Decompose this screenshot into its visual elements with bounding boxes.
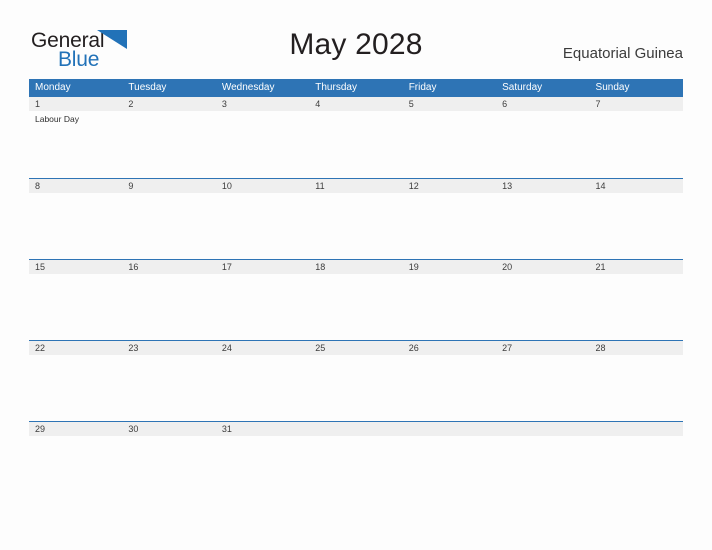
- day-number[interactable]: 28: [590, 341, 683, 355]
- date-number-strip: 22 23 24 25 26 27 28: [29, 341, 683, 355]
- day-cell[interactable]: [122, 111, 215, 177]
- day-number[interactable]: 6: [496, 97, 589, 111]
- day-cell[interactable]: [29, 193, 122, 259]
- day-number[interactable]: 13: [496, 179, 589, 193]
- day-number[interactable]: 30: [122, 422, 215, 436]
- day-number[interactable]: 3: [216, 97, 309, 111]
- day-cell[interactable]: [496, 193, 589, 259]
- day-number[interactable]: 20: [496, 260, 589, 274]
- day-number[interactable]: 19: [403, 260, 496, 274]
- empty-day-cell: [403, 436, 496, 502]
- day-cell[interactable]: [403, 193, 496, 259]
- day-cell[interactable]: [309, 355, 402, 421]
- day-number[interactable]: 2: [122, 97, 215, 111]
- day-cell[interactable]: [309, 274, 402, 340]
- day-number[interactable]: 5: [403, 97, 496, 111]
- empty-day-number: [496, 422, 589, 436]
- day-number[interactable]: 18: [309, 260, 402, 274]
- day-cell[interactable]: [403, 355, 496, 421]
- day-number[interactable]: 8: [29, 179, 122, 193]
- day-number[interactable]: 9: [122, 179, 215, 193]
- date-number-strip: 15 16 17 18 19 20 21: [29, 260, 683, 274]
- empty-day-number: [309, 422, 402, 436]
- day-number[interactable]: 7: [590, 97, 683, 111]
- day-cell[interactable]: [216, 111, 309, 177]
- event-strip: [29, 274, 683, 340]
- calendar-week-row: 15 16 17 18 19 20 21: [29, 259, 683, 340]
- weekday-header-sunday: Sunday: [595, 82, 630, 93]
- weekday-header-tuesday: Tuesday: [128, 82, 167, 93]
- day-cell[interactable]: [309, 193, 402, 259]
- day-number[interactable]: 1: [29, 97, 122, 111]
- day-number[interactable]: 15: [29, 260, 122, 274]
- weekday-header-wednesday: Wednesday: [221, 82, 275, 93]
- day-number[interactable]: 23: [122, 341, 215, 355]
- day-cell[interactable]: [216, 193, 309, 259]
- day-cell[interactable]: [403, 274, 496, 340]
- date-number-strip: 29 30 31: [29, 422, 683, 436]
- weekday-header-thursday: Thursday: [315, 82, 357, 93]
- calendar-weeks: 1 2 3 4 5 6 7 Labour Day 8 9 10 11 12 13 14 15 16 17 18 19 2…: [29, 97, 683, 502]
- day-cell[interactable]: [216, 436, 309, 502]
- day-number[interactable]: 17: [216, 260, 309, 274]
- holiday-event-label: Labour Day: [35, 114, 79, 124]
- empty-day-cell: [590, 436, 683, 502]
- weekday-header-monday: Monday: [35, 82, 71, 93]
- day-number[interactable]: 14: [590, 179, 683, 193]
- day-cell[interactable]: [122, 274, 215, 340]
- empty-day-cell: [496, 436, 589, 502]
- day-number[interactable]: 22: [29, 341, 122, 355]
- day-number[interactable]: 27: [496, 341, 589, 355]
- date-number-strip: 8 9 10 11 12 13 14: [29, 179, 683, 193]
- weekday-header-row: Monday Tuesday Wednesday Thursday Friday…: [29, 79, 683, 97]
- day-number[interactable]: 24: [216, 341, 309, 355]
- calendar-week-row: 1 2 3 4 5 6 7 Labour Day: [29, 97, 683, 178]
- event-strip: Labour Day: [29, 111, 683, 177]
- day-cell[interactable]: [590, 111, 683, 177]
- day-number[interactable]: 29: [29, 422, 122, 436]
- day-cell[interactable]: [122, 193, 215, 259]
- country-label: Equatorial Guinea: [562, 45, 683, 62]
- event-strip: [29, 436, 683, 502]
- calendar-grid: Monday Tuesday Wednesday Thursday Friday…: [29, 79, 683, 502]
- day-number[interactable]: 26: [403, 341, 496, 355]
- day-cell[interactable]: [216, 274, 309, 340]
- empty-day-cell: [309, 436, 402, 502]
- empty-day-number: [403, 422, 496, 436]
- day-number[interactable]: 12: [403, 179, 496, 193]
- day-cell[interactable]: [122, 436, 215, 502]
- empty-day-number: [590, 422, 683, 436]
- date-number-strip: 1234567: [29, 97, 683, 111]
- day-number[interactable]: 4: [309, 97, 402, 111]
- day-cell[interactable]: [29, 355, 122, 421]
- calendar-week-row: 8 9 10 11 12 13 14: [29, 178, 683, 259]
- day-cell[interactable]: Labour Day: [29, 111, 122, 177]
- day-cell[interactable]: [122, 355, 215, 421]
- day-cell[interactable]: [309, 111, 402, 177]
- day-cell[interactable]: [590, 193, 683, 259]
- day-number[interactable]: 31: [216, 422, 309, 436]
- day-cell[interactable]: [29, 436, 122, 502]
- day-cell[interactable]: [216, 355, 309, 421]
- day-cell[interactable]: [496, 355, 589, 421]
- day-number[interactable]: 11: [309, 179, 402, 193]
- day-cell[interactable]: [403, 111, 496, 177]
- calendar-week-row: 22 23 24 25 26 27 28: [29, 340, 683, 421]
- day-cell[interactable]: [29, 274, 122, 340]
- day-cell[interactable]: [590, 355, 683, 421]
- event-strip: [29, 355, 683, 421]
- calendar-week-row: 29 30 31: [29, 421, 683, 502]
- day-number[interactable]: 21: [590, 260, 683, 274]
- day-number[interactable]: 10: [216, 179, 309, 193]
- day-cell[interactable]: [496, 274, 589, 340]
- day-cell[interactable]: [496, 111, 589, 177]
- event-strip: [29, 193, 683, 259]
- page-header: General Blue May 2028 Equatorial Guinea: [0, 0, 712, 78]
- weekday-header-friday: Friday: [408, 82, 437, 93]
- weekday-header-saturday: Saturday: [502, 82, 543, 93]
- day-number[interactable]: 25: [309, 341, 402, 355]
- day-cell[interactable]: [590, 274, 683, 340]
- day-number[interactable]: 16: [122, 260, 215, 274]
